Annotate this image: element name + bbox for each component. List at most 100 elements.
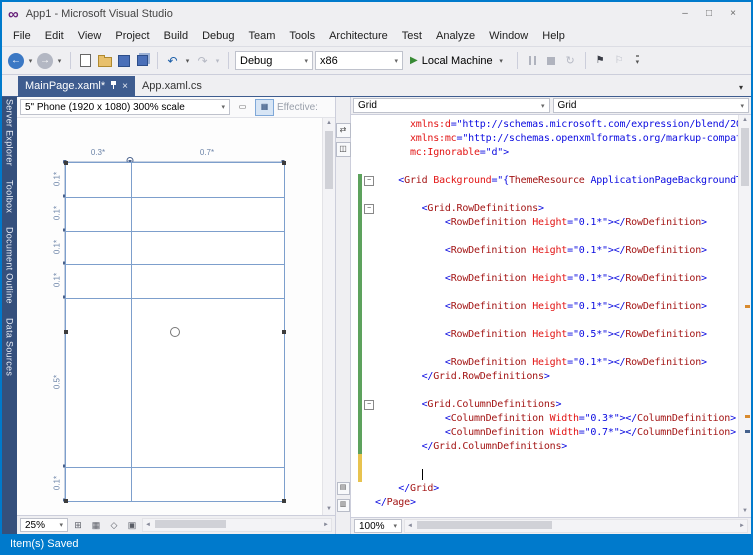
editor-scroll-track[interactable] (739, 126, 751, 506)
save-button[interactable] (115, 51, 132, 71)
save-all-button[interactable] (134, 51, 151, 71)
tab-mainpage-xaml[interactable]: MainPage.xaml* × (18, 76, 135, 96)
redo-dropdown-icon[interactable]: ▾ (213, 57, 222, 65)
code-line[interactable]: − <Grid.RowDefinitions> (351, 202, 738, 216)
minimize-button[interactable]: – (673, 6, 697, 22)
code-text[interactable]: </Grid.ColumnDefinitions> (375, 440, 738, 454)
pane-splitter[interactable]: ⇄ ◫ ▤ ▥ (335, 97, 351, 534)
snap-to-grid-button[interactable]: ◇ (106, 518, 122, 532)
fold-collapse-toggle[interactable]: − (364, 204, 374, 214)
code-line[interactable]: </Grid.ColumnDefinitions> (351, 440, 738, 454)
code-text[interactable]: <Grid Background="{ThemeResource Applica… (375, 174, 738, 188)
scrollbar-thumb[interactable] (417, 521, 553, 529)
swap-panes-button[interactable]: ⇄ (335, 123, 351, 138)
selection-handle[interactable] (64, 330, 68, 334)
editor-vertical-scrollbar[interactable]: ▲ ▼ (738, 115, 751, 517)
scroll-down-icon[interactable]: ▼ (323, 504, 335, 515)
grid-column-line[interactable] (131, 163, 132, 501)
code-line[interactable]: <RowDefinition Height="0.1*"></RowDefini… (351, 300, 738, 314)
code-line[interactable]: <ColumnDefinition Width="0.7*"></ColumnD… (351, 426, 738, 440)
close-button[interactable]: × (721, 6, 745, 22)
code-line[interactable]: xmlns:d="http://schemas.microsoft.com/ex… (351, 118, 738, 132)
code-line[interactable]: <RowDefinition Height="0.1*"></RowDefini… (351, 356, 738, 370)
side-tab-document-outline[interactable]: Document Outline (5, 227, 15, 304)
code-line[interactable] (351, 258, 738, 272)
debug-target-dropdown-icon[interactable]: ▾ (497, 57, 506, 65)
navigate-back-dropdown-icon[interactable]: ▾ (26, 57, 35, 65)
tab-app-xaml-cs[interactable]: App.xaml.cs (135, 76, 209, 96)
code-line[interactable]: <RowDefinition Height="0.1*"></RowDefini… (351, 272, 738, 286)
code-line[interactable] (351, 468, 738, 482)
menu-window[interactable]: Window (482, 26, 535, 46)
code-line[interactable]: <ColumnDefinition Width="0.3*"></ColumnD… (351, 412, 738, 426)
code-line[interactable]: <RowDefinition Height="0.1*"></RowDefini… (351, 216, 738, 230)
code-text[interactable] (375, 314, 738, 328)
code-line[interactable]: xmlns:mc="http://schemas.openxmlformats.… (351, 132, 738, 146)
code-text[interactable]: <RowDefinition Height="0.1*"></RowDefini… (375, 272, 738, 286)
code-line[interactable]: − <Grid Background="{ThemeResource Appli… (351, 174, 738, 188)
menu-help[interactable]: Help (535, 26, 572, 46)
code-text[interactable]: <RowDefinition Height="0.1*"></RowDefini… (375, 356, 738, 370)
code-text[interactable] (375, 258, 738, 272)
code-text[interactable] (375, 188, 738, 202)
stop-button[interactable] (543, 51, 560, 71)
element-breadcrumb-right[interactable]: Grid ▾ (552, 98, 749, 113)
open-file-button[interactable] (96, 51, 113, 71)
menu-project[interactable]: Project (108, 26, 156, 46)
code-line[interactable] (351, 286, 738, 300)
menu-analyze[interactable]: Analyze (429, 26, 482, 46)
code-line[interactable] (351, 230, 738, 244)
landscape-orientation-button[interactable]: ▦ (255, 98, 274, 116)
selection-handle[interactable] (64, 161, 68, 165)
start-debugging-button[interactable]: ▶ Local Machine ▾ (405, 51, 511, 71)
next-bookmark-button[interactable]: ⚐ (611, 51, 628, 71)
code-text[interactable]: <RowDefinition Height="0.1*"></RowDefini… (375, 244, 738, 258)
code-line[interactable]: <RowDefinition Height="0.1*"></RowDefini… (351, 244, 738, 258)
menu-build[interactable]: Build (157, 26, 195, 46)
element-breadcrumb-left[interactable]: Grid ▾ (353, 98, 550, 113)
code-line[interactable]: − <Grid.ColumnDefinitions> (351, 398, 738, 412)
code-line[interactable]: </Grid> (351, 482, 738, 496)
pause-button[interactable] (524, 51, 541, 71)
side-tab-toolbox[interactable]: Toolbox (5, 180, 15, 213)
undo-button[interactable]: ↶ (164, 51, 181, 71)
menu-architecture[interactable]: Architecture (322, 26, 395, 46)
code-text[interactable]: xmlns:d="http://schemas.microsoft.com/ex… (375, 118, 738, 132)
navigate-forward-dropdown-icon[interactable]: ▾ (55, 57, 64, 65)
code-text[interactable]: <ColumnDefinition Width="0.7*"></ColumnD… (375, 426, 738, 440)
new-file-button[interactable] (77, 51, 94, 71)
grid-row-line[interactable] (66, 231, 284, 232)
code-text[interactable]: </Page> (375, 496, 738, 510)
code-text[interactable] (375, 342, 738, 356)
scroll-up-icon[interactable]: ▲ (323, 118, 335, 129)
scrollbar-thumb[interactable] (741, 128, 749, 186)
selection-handle[interactable] (282, 499, 286, 503)
code-line[interactable]: </Page> (351, 496, 738, 510)
code-text[interactable] (375, 286, 738, 300)
code-line[interactable] (351, 188, 738, 202)
navigate-forward-button[interactable]: → (37, 52, 53, 69)
title-bar[interactable]: ∞ App1 - Microsoft Visual Studio – □ × (2, 2, 751, 26)
pin-icon[interactable] (110, 81, 117, 91)
menu-test[interactable]: Test (395, 26, 429, 46)
code-text[interactable]: <Grid.ColumnDefinitions> (375, 398, 738, 412)
code-text[interactable]: <ColumnDefinition Width="0.3*"></ColumnD… (375, 412, 738, 426)
scrollbar-thumb[interactable] (325, 131, 333, 189)
show-grid-button[interactable]: ▦ (88, 518, 104, 532)
collapse-pane-button[interactable]: ◫ (335, 142, 351, 157)
undo-dropdown-icon[interactable]: ▾ (183, 57, 192, 65)
grid-row-line[interactable] (66, 467, 284, 468)
menu-tools[interactable]: Tools (282, 26, 322, 46)
toggle-bookmark-button[interactable]: ⚑ (592, 51, 609, 71)
scroll-down-icon[interactable]: ▼ (739, 506, 751, 517)
menu-file[interactable]: File (6, 26, 38, 46)
selection-handle[interactable] (282, 330, 286, 334)
restart-button[interactable]: ↻ (562, 51, 579, 71)
scroll-left-icon[interactable]: ◄ (143, 522, 153, 528)
scroll-right-icon[interactable]: ► (321, 522, 331, 528)
horizontal-split-button[interactable]: ▤ (336, 482, 350, 495)
code-line[interactable]: </Grid.RowDefinitions> (351, 370, 738, 384)
code-text[interactable]: xmlns:mc="http://schemas.openxmlformats.… (375, 132, 738, 146)
code-text[interactable]: <Grid.RowDefinitions> (375, 202, 738, 216)
selection-handle[interactable] (282, 161, 286, 165)
